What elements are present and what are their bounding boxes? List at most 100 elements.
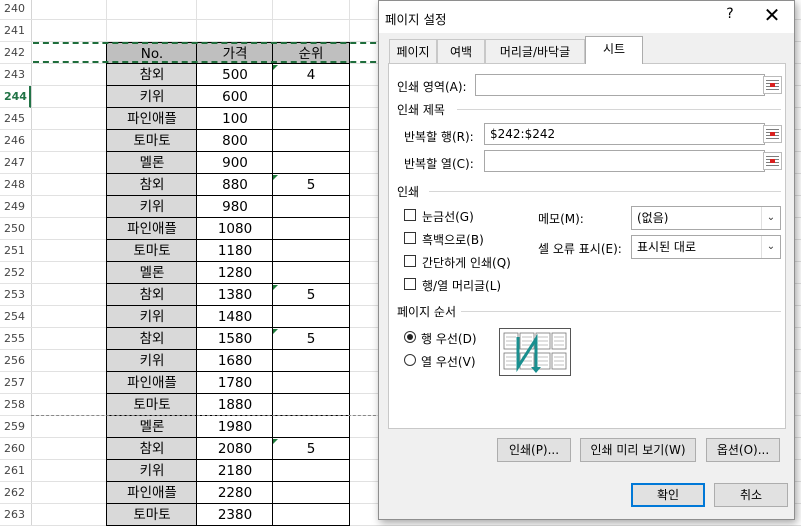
- tab-header-footer[interactable]: 머리글/바닥글: [485, 39, 585, 63]
- row-number[interactable]: 258: [0, 394, 31, 416]
- name-cell[interactable]: 키위: [106, 460, 197, 482]
- rank-cell[interactable]: [272, 372, 350, 394]
- price-cell[interactable]: 500: [196, 64, 273, 86]
- name-cell[interactable]: 참외: [106, 284, 197, 306]
- row-number[interactable]: 256: [0, 350, 31, 372]
- row-number[interactable]: 242: [0, 42, 31, 64]
- rank-cell[interactable]: [272, 108, 350, 130]
- row-number[interactable]: 249: [0, 196, 31, 218]
- name-cell[interactable]: 키위: [106, 306, 197, 328]
- name-cell[interactable]: 토마토: [106, 240, 197, 262]
- row-number[interactable]: 259: [0, 416, 31, 438]
- row-number[interactable]: 257: [0, 372, 31, 394]
- print-preview-button[interactable]: 인쇄 미리 보기(W): [580, 438, 696, 462]
- name-cell[interactable]: 토마토: [106, 130, 197, 152]
- price-cell[interactable]: 600: [196, 86, 273, 108]
- name-cell[interactable]: 참외: [106, 64, 197, 86]
- rank-cell[interactable]: [272, 262, 350, 284]
- cols-repeat-input[interactable]: [484, 150, 765, 172]
- name-cell[interactable]: 키위: [106, 350, 197, 372]
- name-cell[interactable]: 파인애플: [106, 372, 197, 394]
- help-button[interactable]: ?: [720, 6, 740, 22]
- row-header-column[interactable]: 240 241 242 243 244 245 246 247 248 249 250 251 252 2…: [0, 0, 32, 526]
- rank-cell[interactable]: [272, 394, 350, 416]
- chevron-down-icon[interactable]: ⌄: [761, 207, 780, 229]
- price-cell[interactable]: 1280: [196, 262, 273, 284]
- price-cell[interactable]: 2080: [196, 438, 273, 460]
- name-cell[interactable]: 멜론: [106, 416, 197, 438]
- row-number[interactable]: 248: [0, 174, 31, 196]
- rank-cell[interactable]: [272, 416, 350, 438]
- name-cell[interactable]: 참외: [106, 328, 197, 350]
- rank-cell[interactable]: [272, 218, 350, 240]
- rank-cell[interactable]: [272, 482, 350, 504]
- price-cell[interactable]: 1180: [196, 240, 273, 262]
- price-cell[interactable]: 100: [196, 108, 273, 130]
- cancel-button[interactable]: 취소: [714, 483, 788, 507]
- row-number[interactable]: 246: [0, 130, 31, 152]
- price-cell[interactable]: 1780: [196, 372, 273, 394]
- rank-cell[interactable]: 5: [272, 438, 350, 460]
- rank-cell[interactable]: [272, 306, 350, 328]
- rank-cell[interactable]: [272, 350, 350, 372]
- name-cell[interactable]: 토마토: [106, 504, 197, 526]
- options-button[interactable]: 옵션(O)...: [706, 438, 780, 462]
- row-number[interactable]: 254: [0, 306, 31, 328]
- print-button[interactable]: 인쇄(P)...: [497, 438, 571, 462]
- price-cell[interactable]: 1380: [196, 284, 273, 306]
- price-cell[interactable]: 900: [196, 152, 273, 174]
- row-number[interactable]: 260: [0, 438, 31, 460]
- row-number[interactable]: 253: [0, 284, 31, 306]
- price-cell[interactable]: 880: [196, 174, 273, 196]
- dialog-titlebar[interactable]: 페이지 설정 ? ✕: [379, 1, 794, 33]
- down-then-over-radio[interactable]: [404, 331, 416, 343]
- row-number[interactable]: 263: [0, 504, 31, 526]
- rank-cell[interactable]: [272, 130, 350, 152]
- row-number[interactable]: 241: [0, 20, 31, 42]
- rank-cell[interactable]: [272, 86, 350, 108]
- row-number[interactable]: 250: [0, 218, 31, 240]
- name-cell[interactable]: 참외: [106, 174, 197, 196]
- price-cell[interactable]: 1080: [196, 218, 273, 240]
- rank-cell[interactable]: [272, 240, 350, 262]
- tab-sheet[interactable]: 시트: [585, 36, 643, 64]
- price-cell[interactable]: 1680: [196, 350, 273, 372]
- price-cell[interactable]: 1980: [196, 416, 273, 438]
- cell-errors-select[interactable]: 표시된 대로 ⌄: [631, 235, 781, 259]
- row-number[interactable]: 245: [0, 108, 31, 130]
- name-cell[interactable]: 멜론: [106, 262, 197, 284]
- row-number[interactable]: 261: [0, 460, 31, 482]
- name-cell[interactable]: 토마토: [106, 394, 197, 416]
- rank-cell[interactable]: 5: [272, 174, 350, 196]
- name-cell[interactable]: 파인애플: [106, 218, 197, 240]
- ok-button[interactable]: 확인: [631, 483, 705, 507]
- tab-margins[interactable]: 여백: [437, 39, 485, 63]
- name-cell[interactable]: 파인애플: [106, 482, 197, 504]
- row-number[interactable]: 252: [0, 262, 31, 284]
- black-white-checkbox[interactable]: [404, 232, 416, 244]
- gridlines-checkbox[interactable]: [404, 209, 416, 221]
- row-number[interactable]: 262: [0, 482, 31, 504]
- row-number[interactable]: 240: [0, 0, 31, 20]
- row-col-headings-checkbox[interactable]: [404, 278, 416, 290]
- comments-select[interactable]: (없음) ⌄: [631, 206, 781, 230]
- price-cell[interactable]: 1580: [196, 328, 273, 350]
- cols-repeat-collapse-icon[interactable]: [763, 152, 782, 170]
- chevron-down-icon[interactable]: ⌄: [761, 236, 780, 258]
- price-cell[interactable]: 2380: [196, 504, 273, 526]
- tab-page[interactable]: 페이지: [389, 39, 437, 63]
- name-cell[interactable]: 키위: [106, 86, 197, 108]
- row-number[interactable]: 247: [0, 152, 31, 174]
- rank-cell[interactable]: [272, 196, 350, 218]
- rank-cell[interactable]: 4: [272, 64, 350, 86]
- rank-cell[interactable]: [272, 460, 350, 482]
- close-button[interactable]: ✕: [760, 3, 784, 27]
- rows-repeat-collapse-icon[interactable]: [763, 125, 782, 143]
- rank-cell[interactable]: 5: [272, 284, 350, 306]
- row-number[interactable]: 243: [0, 64, 31, 86]
- row-number[interactable]: 255: [0, 328, 31, 350]
- row-number[interactable]: 244: [0, 86, 31, 108]
- price-cell[interactable]: 1880: [196, 394, 273, 416]
- draft-quality-checkbox[interactable]: [404, 255, 416, 267]
- price-cell[interactable]: 800: [196, 130, 273, 152]
